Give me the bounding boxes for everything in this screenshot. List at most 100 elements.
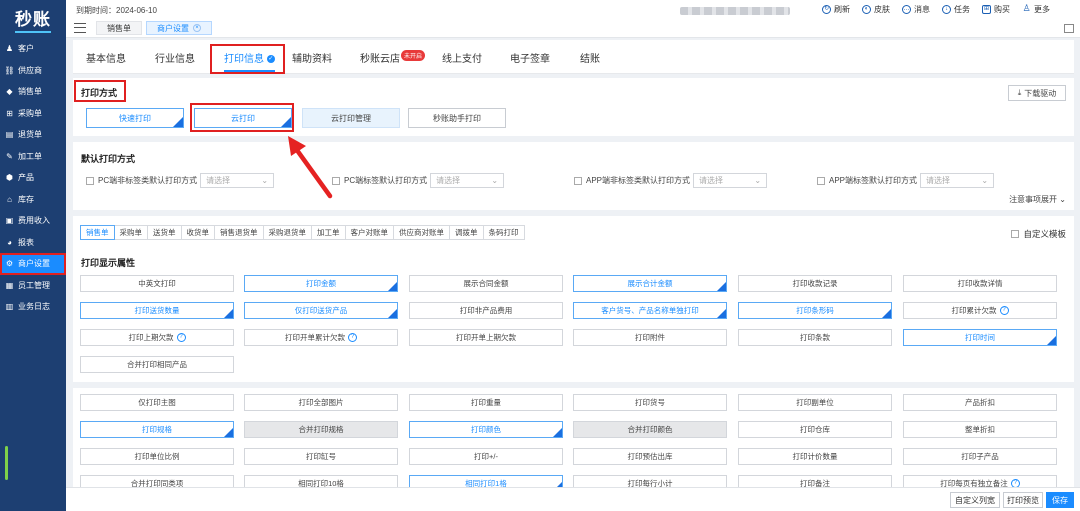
print-option-row5-2[interactable]: 打印重量 (409, 394, 563, 411)
skin-button[interactable]: ◐ 皮肤 (862, 4, 890, 15)
checkbox[interactable] (86, 176, 94, 185)
notes-toggle[interactable]: 注意事项展开 ⌄ (1009, 194, 1066, 205)
print-option-row3-0[interactable]: 打印上期欠款? (80, 329, 234, 346)
print-option-row1-2[interactable]: 展示合同金额 (409, 275, 563, 292)
buy-button[interactable]: ⊞ 购买 (982, 4, 1010, 15)
tab-basic-info[interactable]: 基本信息 (86, 50, 126, 65)
sidebar-item-6[interactable]: ⬢ 产品 (0, 167, 66, 189)
print-option-row7-1[interactable]: 打印缸号 (244, 448, 398, 465)
sidebar-item-11[interactable]: ▦ 员工管理 (0, 275, 66, 297)
print-option-row7-2[interactable]: 打印+/- (409, 448, 563, 465)
print-option-row6-2[interactable]: 打印颜色 (409, 421, 563, 438)
refresh-button[interactable]: ↻ 刷新 (822, 4, 850, 15)
sidebar-item-10[interactable]: ⚙ 商户设置 (0, 253, 66, 275)
print-option-row5-0[interactable]: 仅打印主图 (80, 394, 234, 411)
print-option-row7-0[interactable]: 打印单位比例 (80, 448, 234, 465)
print-preview-button[interactable]: 打印预览 (1003, 492, 1043, 508)
help-icon[interactable]: ? (348, 333, 357, 342)
tab-aux-data[interactable]: 辅助资料 (292, 50, 332, 65)
print-option-row5-5[interactable]: 产品折扣 (903, 394, 1057, 411)
task-button[interactable]: ↓ 任务 (942, 4, 970, 15)
tab-e-signature[interactable]: 电子签章 (510, 50, 550, 65)
save-button[interactable]: 保存 (1046, 492, 1074, 508)
print-option-row6-0[interactable]: 打印规格 (80, 421, 234, 438)
close-icon[interactable]: × (193, 24, 201, 32)
custom-column-width-button[interactable]: 自定义列宽 (950, 492, 1000, 508)
assistant-print-button[interactable]: 秒账助手打印 (408, 108, 506, 128)
print-option-row7-4[interactable]: 打印计价数量 (738, 448, 892, 465)
page-tab-sales[interactable]: 销售单 (96, 21, 142, 35)
print-option-row2-3[interactable]: 客户货号、产品名称单独打印 (573, 302, 727, 319)
sidebar-item-1[interactable]: ⛓ 供应商 (0, 60, 66, 82)
print-option-row3-2[interactable]: 打印开单上期欠款 (409, 329, 563, 346)
print-option-row2-1[interactable]: 仅打印送货产品 (244, 302, 398, 319)
print-option-row4-0[interactable]: 合并打印相同产品 (80, 356, 234, 373)
doc-tab-8[interactable]: 供应商对账单 (393, 225, 450, 240)
print-option-row3-4[interactable]: 打印条款 (738, 329, 892, 346)
print-option-row1-3[interactable]: 展示合计金额 (573, 275, 727, 292)
doc-tab-1[interactable]: 采购单 (113, 225, 148, 240)
doc-tab-0[interactable]: 销售单 (80, 225, 115, 240)
print-option-row6-4[interactable]: 打印仓库 (738, 421, 892, 438)
more-button[interactable]: ♙ 更多 (1022, 4, 1050, 15)
sidebar-item-3[interactable]: ⊞ 采购单 (0, 103, 66, 125)
sidebar-item-12[interactable]: ▥ 业务日志 (0, 296, 66, 318)
print-option-row2-0[interactable]: 打印送货数量 (80, 302, 234, 319)
print-option-row7-5[interactable]: 打印子产品 (903, 448, 1057, 465)
sidebar-item-7[interactable]: ⌂ 库存 (0, 189, 66, 211)
cloud-print-manage-button[interactable]: 云打印管理 (302, 108, 400, 128)
doc-tab-6[interactable]: 加工单 (311, 225, 346, 240)
sidebar-item-9[interactable]: ◕ 报表 (0, 232, 66, 254)
doc-tab-5[interactable]: 采购退货单 (262, 225, 312, 240)
sidebar-item-4[interactable]: ▤ 退货单 (0, 124, 66, 146)
print-option-row3-1[interactable]: 打印开单累计欠款? (244, 329, 398, 346)
print-option-row2-5[interactable]: 打印累计欠款? (903, 302, 1057, 319)
tab-industry-info[interactable]: 行业信息 (155, 50, 195, 65)
doc-tab-7[interactable]: 客户对账单 (344, 225, 394, 240)
sidebar-item-5[interactable]: ✎ 加工单 (0, 146, 66, 168)
checkbox[interactable] (332, 176, 340, 185)
print-option-row1-1[interactable]: 打印金额 (244, 275, 398, 292)
pc-label-select[interactable]: 请选择 ⌄ (430, 173, 505, 188)
app-label-select[interactable]: 请选择 ⌄ (920, 173, 995, 188)
print-option-row7-3[interactable]: 打印预估出库 (573, 448, 727, 465)
download-driver-button[interactable]: ⤓ 下载驱动 (1008, 85, 1066, 101)
print-option-row3-3[interactable]: 打印附件 (573, 329, 727, 346)
print-option-row2-4[interactable]: 打印条形码 (738, 302, 892, 319)
print-option-row1-4[interactable]: 打印收款记录 (738, 275, 892, 292)
app-nonlabel-select[interactable]: 请选择 ⌄ (693, 173, 768, 188)
doc-tab-10[interactable]: 条码打印 (482, 225, 525, 240)
print-option-row5-3[interactable]: 打印货号 (573, 394, 727, 411)
print-option-row6-5[interactable]: 整单折扣 (903, 421, 1057, 438)
doc-tab-4[interactable]: 销售退货单 (214, 225, 264, 240)
custom-template-toggle[interactable]: 自定义模板 (1011, 228, 1066, 240)
message-button[interactable]: … 消息 (902, 4, 930, 15)
checkbox[interactable] (574, 176, 582, 185)
tab-cloud-store[interactable]: 秒账云店 未开启 (360, 50, 426, 65)
print-option-row1-5[interactable]: 打印收款详情 (903, 275, 1057, 292)
help-icon[interactable]: ? (176, 333, 186, 342)
print-option-row2-2[interactable]: 打印非产品费用 (409, 302, 563, 319)
pc-nonlabel-select[interactable]: 请选择 ⌄ (200, 173, 275, 188)
print-option-row6-3[interactable]: 合并打印颜色 (573, 421, 727, 438)
quick-print-button[interactable]: 快速打印 (86, 108, 184, 128)
page-tab-merchant-settings[interactable]: 商户设置 × (146, 21, 212, 35)
help-icon[interactable]: ? (999, 306, 1009, 315)
tab-checkout[interactable]: 结账 (580, 50, 600, 65)
checkbox[interactable] (1011, 230, 1020, 238)
sidebar-item-8[interactable]: ▣ 费用收入 (0, 210, 66, 232)
print-option-row1-0[interactable]: 中英文打印 (80, 275, 234, 292)
print-option-row5-1[interactable]: 打印全部图片 (244, 394, 398, 411)
print-option-row6-1[interactable]: 合并打印规格 (244, 421, 398, 438)
print-option-row5-4[interactable]: 打印副单位 (738, 394, 892, 411)
print-option-row3-5[interactable]: 打印时间 (903, 329, 1057, 346)
doc-tab-9[interactable]: 调拨单 (449, 225, 484, 240)
sidebar-item-2[interactable]: ◆ 销售单 (0, 81, 66, 103)
sidebar-item-0[interactable]: ♟ 客户 (0, 38, 66, 60)
checkbox[interactable] (817, 176, 825, 185)
window-icon[interactable] (1064, 24, 1074, 33)
doc-tab-2[interactable]: 送货单 (147, 225, 182, 240)
tab-online-payment[interactable]: 线上支付 (442, 50, 482, 65)
menu-icon[interactable] (74, 23, 86, 33)
doc-tab-3[interactable]: 收货单 (180, 225, 215, 240)
